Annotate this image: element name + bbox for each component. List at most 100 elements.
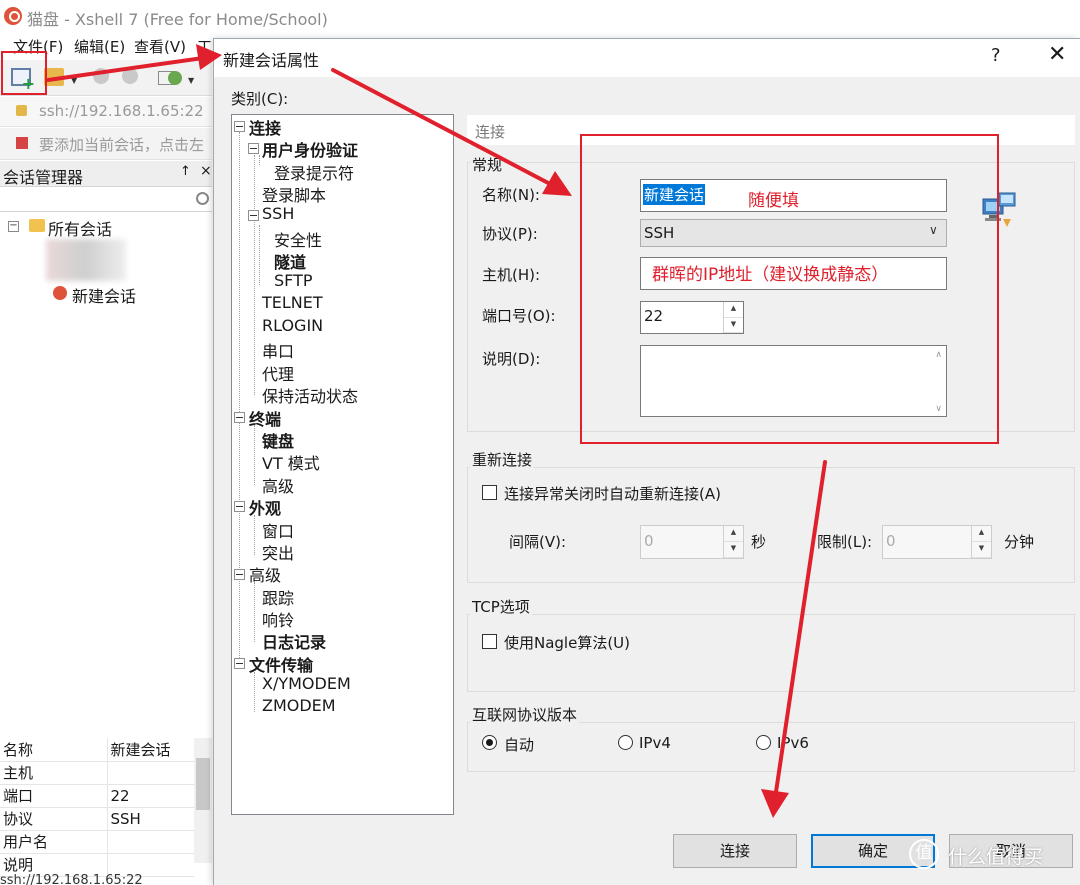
category-auth[interactable]: 用户身份验证 xyxy=(262,137,358,161)
collapse-icon[interactable] xyxy=(234,658,245,669)
hint-bar: 要添加当前会话，点击左 xyxy=(0,128,212,160)
nagle-checkbox[interactable] xyxy=(482,634,497,649)
category-logging[interactable]: 日志记录 xyxy=(262,629,326,653)
connect-button[interactable]: 连接 xyxy=(673,834,797,868)
collapse-icon[interactable] xyxy=(234,412,245,423)
category-rlogin[interactable]: RLOGIN xyxy=(262,316,323,335)
category-login-script[interactable]: 登录脚本 xyxy=(262,182,326,206)
category-telnet[interactable]: TELNET xyxy=(262,293,323,312)
search-icon[interactable] xyxy=(196,192,209,205)
properties-scrollbar[interactable] xyxy=(194,738,212,863)
nagle-label: 使用Nagle算法(U) xyxy=(504,634,631,652)
category-proxy[interactable]: 代理 xyxy=(262,361,294,385)
ipv4-label: IPv4 xyxy=(639,734,671,752)
property-row[interactable]: 名称 新建会话 xyxy=(0,738,194,762)
open-folder-icon[interactable] xyxy=(44,68,64,86)
category-window[interactable]: 窗口 xyxy=(262,518,294,542)
tree-item-all-sessions[interactable]: 所有会话 xyxy=(48,216,112,240)
settings-gear-icon[interactable] xyxy=(168,71,182,85)
annotation-fields-box xyxy=(580,134,999,444)
auto-reconnect-checkbox[interactable] xyxy=(482,485,497,500)
help-icon[interactable]: ? xyxy=(991,45,1001,66)
category-file-transfer[interactable]: 文件传输 xyxy=(249,652,313,676)
category-keyboard[interactable]: 键盘 xyxy=(262,428,294,452)
chevron-down-icon[interactable]: ▼ xyxy=(71,76,77,85)
stepper-up-icon[interactable]: ▲ xyxy=(972,526,991,542)
close-icon[interactable]: × xyxy=(200,163,212,179)
category-vt-mode[interactable]: VT 模式 xyxy=(262,450,320,474)
session-icon xyxy=(53,286,67,300)
property-value: SSH xyxy=(107,807,194,831)
ipv6-label: IPv6 xyxy=(777,734,809,752)
category-keepalive[interactable]: 保持活动状态 xyxy=(262,383,358,407)
category-advanced-root[interactable]: 高级 xyxy=(249,562,281,586)
ip-auto-label: 自动 xyxy=(504,736,535,754)
chevron-down-icon[interactable]: ▼ xyxy=(188,76,194,85)
interval-unit: 秒 xyxy=(751,533,767,551)
collapse-icon[interactable] xyxy=(234,121,245,132)
category-security[interactable]: 安全性 xyxy=(274,227,322,251)
pin-icon[interactable]: ↑ xyxy=(180,164,191,179)
disconnect-icon[interactable] xyxy=(122,68,138,84)
main-window-title: 猫盘 - Xshell 7 (Free for Home/School) xyxy=(27,10,328,29)
menu-edit[interactable]: 编辑(E) xyxy=(74,36,125,57)
property-value xyxy=(107,761,194,785)
name-label: 名称(N): xyxy=(482,186,540,204)
category-appearance[interactable]: 外观 xyxy=(249,495,281,519)
ipv4-radio[interactable] xyxy=(618,735,633,750)
description-label: 说明(D): xyxy=(482,350,541,368)
category-advanced[interactable]: 高级 xyxy=(262,473,294,497)
menu-view[interactable]: 查看(V) xyxy=(134,36,186,57)
property-row[interactable]: 用户名 xyxy=(0,830,194,854)
ip-auto-radio[interactable] xyxy=(482,735,497,750)
collapse-icon[interactable] xyxy=(234,501,245,512)
stepper-down-icon[interactable]: ▼ xyxy=(972,542,991,558)
annotation-host-hint: 群晖的IP地址（建议换成静态） xyxy=(652,265,889,285)
category-terminal[interactable]: 终端 xyxy=(249,406,281,430)
menu-tools[interactable]: 工 xyxy=(197,36,212,57)
property-key: 用户名 xyxy=(0,830,108,854)
limit-stepper[interactable]: ▲ ▼ xyxy=(971,526,991,558)
collapse-icon[interactable] xyxy=(234,569,245,580)
category-zmodem[interactable]: ZMODEM xyxy=(262,696,336,715)
auto-reconnect-label: 连接异常关闭时自动重新连接(A) xyxy=(504,485,721,503)
session-properties-grid: 名称 新建会话 主机 端口 22 协议 SSH 用户名 说明 xyxy=(0,738,212,885)
property-row[interactable]: 端口 22 xyxy=(0,784,194,808)
session-search-input[interactable] xyxy=(0,188,212,212)
collapse-icon[interactable]: − xyxy=(8,221,19,232)
property-row[interactable]: 主机 xyxy=(0,761,194,785)
stepper-up-icon[interactable]: ▲ xyxy=(724,526,743,542)
scrollbar-thumb[interactable] xyxy=(196,758,210,810)
property-row[interactable]: 协议 SSH xyxy=(0,807,194,831)
annotation-name-hint: 随便填 xyxy=(748,191,799,211)
limit-unit: 分钟 xyxy=(1004,533,1035,551)
category-ssh[interactable]: SSH xyxy=(262,204,294,223)
bookmark-flag-icon xyxy=(16,137,28,149)
tree-item-new-session[interactable]: 新建会话 xyxy=(72,283,136,307)
properties-table: 名称 新建会话 主机 端口 22 协议 SSH 用户名 说明 xyxy=(0,738,194,877)
protocol-label: 协议(P): xyxy=(482,225,538,243)
limit-field[interactable]: 0 ▲ ▼ xyxy=(882,525,992,559)
category-bell[interactable]: 响铃 xyxy=(262,607,294,631)
category-tunnel[interactable]: 隧道 xyxy=(274,249,306,273)
dialog-title: 新建会话属性 xyxy=(223,51,320,70)
close-icon[interactable]: ✕ xyxy=(1048,42,1066,67)
collapse-icon[interactable] xyxy=(248,210,259,221)
stepper-down-icon[interactable]: ▼ xyxy=(724,542,743,558)
lock-icon xyxy=(16,105,27,116)
category-serial[interactable]: 串口 xyxy=(262,338,294,362)
category-trace[interactable]: 跟踪 xyxy=(262,585,294,609)
collapse-icon[interactable] xyxy=(248,143,259,154)
connect-icon[interactable] xyxy=(93,68,109,84)
category-xymodem[interactable]: X/YMODEM xyxy=(262,674,351,693)
category-login-prompt[interactable]: 登录提示符 xyxy=(274,160,354,184)
category-connection[interactable]: 连接 xyxy=(249,115,281,139)
property-key: 端口 xyxy=(0,784,108,808)
category-sftp[interactable]: SFTP xyxy=(274,271,313,290)
ipv6-radio[interactable] xyxy=(756,735,771,750)
property-value xyxy=(107,830,194,854)
interval-field[interactable]: 0 ▲ ▼ xyxy=(640,525,744,559)
category-highlight[interactable]: 突出 xyxy=(262,540,294,564)
interval-stepper[interactable]: ▲ ▼ xyxy=(723,526,743,558)
address-bar[interactable]: ssh://192.168.1.65:22 xyxy=(0,97,212,127)
